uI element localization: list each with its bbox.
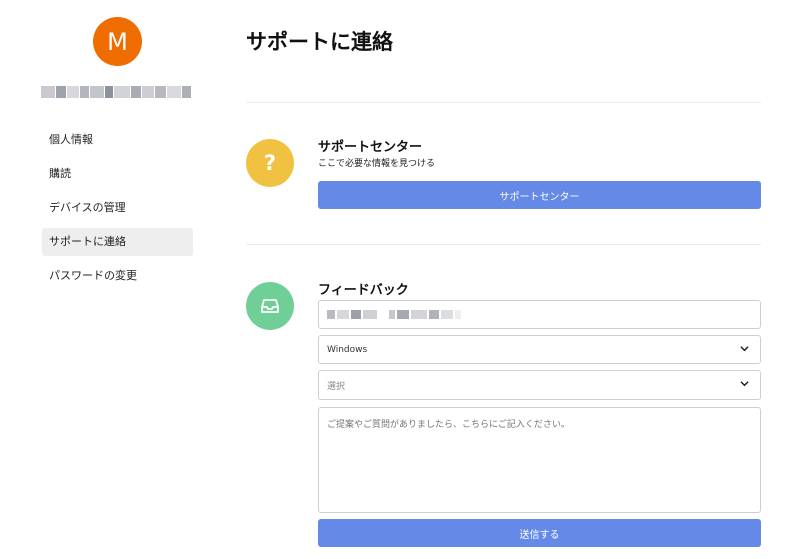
category-select[interactable]: 選択: [318, 370, 761, 400]
chevron-down-icon: [740, 381, 749, 387]
email-field[interactable]: [318, 300, 761, 329]
support-center-title: サポートセンター: [318, 140, 423, 155]
sidebar-item-contact-support[interactable]: サポートに連絡: [42, 228, 193, 256]
divider: [246, 102, 761, 103]
category-select-placeholder: 選択: [327, 381, 346, 392]
sidebar-item-devices[interactable]: デバイスの管理: [42, 194, 193, 222]
avatar-initial: M: [107, 27, 128, 56]
submit-feedback-button[interactable]: 送信する: [318, 519, 761, 547]
page-title: サポートに連絡: [246, 30, 393, 54]
os-select[interactable]: Windows: [318, 335, 761, 364]
support-center-description: ここで必要な情報を見つける: [318, 159, 436, 169]
username-blurred: [41, 86, 191, 98]
question-icon: ?: [246, 139, 294, 187]
sidebar-item-change-password[interactable]: パスワードの変更: [42, 262, 193, 290]
sidebar-nav: 個人情報 購読 デバイスの管理 サポートに連絡 パスワードの変更: [42, 126, 193, 296]
avatar: M: [93, 17, 142, 66]
sidebar-item-personal-info[interactable]: 個人情報: [42, 126, 193, 154]
sidebar-item-subscription[interactable]: 購読: [42, 160, 193, 188]
chevron-down-icon: [740, 345, 749, 351]
support-center-button[interactable]: サポートセンター: [318, 181, 761, 209]
email-blurred: [327, 310, 461, 319]
inbox-icon: [246, 282, 294, 330]
divider: [246, 244, 761, 245]
os-select-value: Windows: [327, 344, 368, 355]
feedback-title: フィードバック: [318, 283, 409, 298]
feedback-message-field[interactable]: [318, 407, 761, 513]
